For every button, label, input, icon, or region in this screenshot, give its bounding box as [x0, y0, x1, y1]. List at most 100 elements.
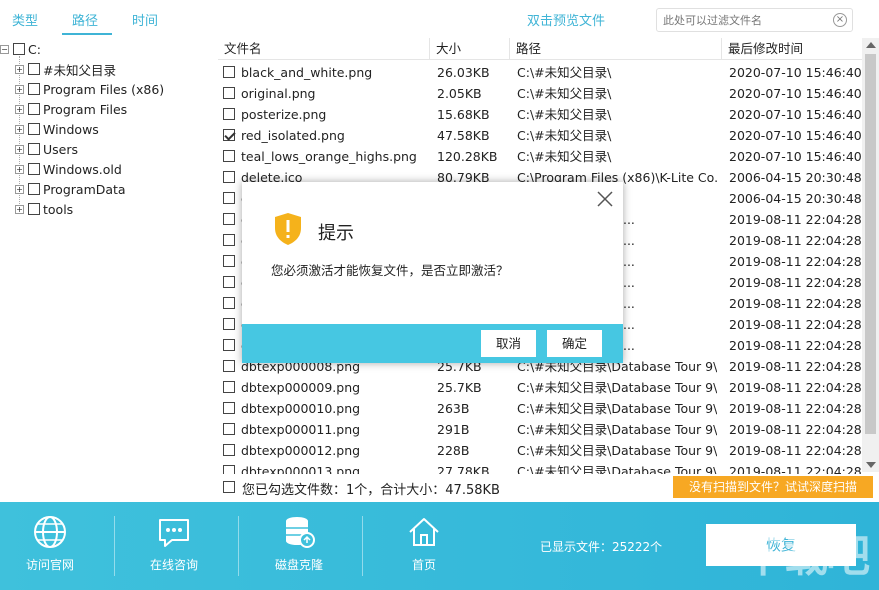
select-all-checkbox[interactable]: [223, 481, 235, 493]
tree-node[interactable]: + tools: [15, 200, 73, 218]
row-checkbox[interactable]: [223, 297, 235, 309]
expand-icon[interactable]: +: [15, 204, 24, 214]
ok-button[interactable]: 确定: [547, 330, 602, 357]
cell-modified: 2019-08-11 22:04:28: [729, 296, 862, 311]
collapse-icon[interactable]: −: [0, 44, 9, 54]
row-checkbox[interactable]: [223, 381, 235, 393]
tree-checkbox[interactable]: [28, 143, 40, 155]
tree-node[interactable]: + ProgramData: [15, 180, 126, 198]
cell-modified: 2020-07-10 15:46:40: [729, 149, 862, 164]
expand-icon[interactable]: +: [15, 104, 24, 114]
dialog-footer: 取消 确定: [242, 324, 623, 363]
clear-icon[interactable]: ×: [833, 13, 847, 27]
tree-checkbox[interactable]: [28, 203, 40, 215]
tree-label: Users: [43, 141, 79, 157]
row-checkbox[interactable]: [223, 150, 235, 162]
globe-icon: [34, 516, 66, 548]
expand-icon[interactable]: +: [15, 164, 24, 174]
tree-node[interactable]: + Windows: [15, 120, 99, 138]
row-checkbox[interactable]: [223, 276, 235, 288]
scroll-down-icon[interactable]: [866, 462, 876, 468]
cell-modified: 2019-08-11 22:04:28: [729, 317, 862, 332]
tree-checkbox[interactable]: [28, 123, 40, 135]
tree-checkbox[interactable]: [28, 183, 40, 195]
row-checkbox[interactable]: [223, 339, 235, 351]
tree-checkbox[interactable]: [28, 63, 40, 75]
table-row[interactable]: teal_lows_orange_highs.png 120.28KB C:\#未知…: [218, 146, 863, 167]
table-row[interactable]: dbtexp000011.png 291B C:\#未知父目录\Database T…: [218, 419, 863, 440]
disk-clone-icon: [286, 517, 315, 548]
expand-icon[interactable]: +: [15, 64, 24, 74]
row-checkbox[interactable]: [223, 234, 235, 246]
row-checkbox[interactable]: [223, 423, 235, 435]
expand-icon[interactable]: +: [15, 84, 24, 94]
row-checkbox[interactable]: [223, 318, 235, 330]
column-header-name[interactable]: 文件名: [218, 38, 430, 60]
row-checkbox[interactable]: [223, 192, 235, 204]
tree-label: ProgramData: [43, 181, 126, 197]
tree-node[interactable]: + Program Files: [15, 100, 127, 118]
table-row[interactable]: red_isolated.png 47.58KB C:\#未知父目录\ 2020-07…: [218, 125, 863, 146]
table-row[interactable]: dbtexp000010.png 263B C:\#未知父目录\Database T…: [218, 398, 863, 419]
nav-online-chat[interactable]: 在线咨询: [124, 512, 224, 573]
tree-checkbox[interactable]: [28, 83, 40, 95]
active-tab-indicator: [62, 33, 112, 35]
row-checkbox[interactable]: [223, 129, 235, 141]
row-checkbox[interactable]: [223, 255, 235, 267]
row-checkbox[interactable]: [223, 87, 235, 99]
cell-size: 25.7KB: [437, 380, 482, 395]
row-checkbox[interactable]: [223, 66, 235, 78]
tree-label: Program Files: [43, 101, 128, 117]
deep-scan-button[interactable]: 没有扫描到文件？试试深度扫描: [673, 476, 873, 498]
cell-modified: 2020-07-10 15:46:40: [729, 86, 862, 101]
row-checkbox[interactable]: [223, 171, 235, 183]
row-checkbox[interactable]: [223, 213, 235, 225]
tree-label: Program Files (x86): [43, 81, 165, 97]
expand-icon[interactable]: +: [15, 184, 24, 194]
table-row[interactable]: black_and_white.png 26.03KB C:\#未知父目录\ 2020…: [218, 62, 863, 83]
nav-label: 在线咨询: [149, 558, 198, 572]
tree-checkbox[interactable]: [13, 43, 25, 55]
tree-node[interactable]: + Users: [15, 140, 78, 158]
expand-icon[interactable]: +: [15, 144, 24, 154]
scroll-up-icon[interactable]: [866, 42, 876, 48]
row-checkbox[interactable]: [223, 444, 235, 456]
directory-tree: − C: + #未知父目录 + Program Files (x86) + Pr…: [0, 38, 218, 498]
cell-filename: dbtexp000012.png: [241, 443, 361, 458]
column-header-path[interactable]: 路径: [510, 38, 722, 60]
table-row[interactable]: dbtexp000009.png 25.7KB C:\#未知父目录\Database…: [218, 377, 863, 398]
tree-checkbox[interactable]: [28, 163, 40, 175]
scroll-thumb[interactable]: [865, 54, 876, 434]
filter-input[interactable]: [663, 12, 823, 28]
tab-path[interactable]: 路径: [72, 10, 98, 29]
tree-node-root[interactable]: − C:: [0, 40, 41, 58]
cell-modified: 2020-07-10 15:46:40: [729, 128, 862, 143]
tree-node[interactable]: + Program Files (x86): [15, 80, 164, 98]
nav-official-site[interactable]: 访问官网: [0, 512, 100, 573]
table-row[interactable]: original.png 2.05KB C:\#未知父目录\ 2020-07-10 1…: [218, 83, 863, 104]
table-row[interactable]: posterize.png 15.68KB C:\#未知父目录\ 2020-07-10…: [218, 104, 863, 125]
row-checkbox[interactable]: [223, 402, 235, 414]
cell-filename: red_isolated.png: [241, 128, 345, 143]
table-row[interactable]: dbtexp000012.png 228B C:\#未知父目录\Database T…: [218, 440, 863, 461]
tab-time[interactable]: 时间: [132, 10, 158, 29]
tree-checkbox[interactable]: [28, 103, 40, 115]
row-checkbox[interactable]: [223, 360, 235, 372]
cancel-button[interactable]: 取消: [481, 330, 536, 357]
column-header-modified[interactable]: 最后修改时间: [722, 38, 863, 60]
cell-path: C:\#未知父目录\: [517, 128, 612, 143]
cell-filename: posterize.png: [241, 107, 327, 122]
cell-filename: dbtexp000010.png: [241, 401, 361, 416]
tab-type[interactable]: 类型: [12, 10, 38, 29]
nav-disk-clone[interactable]: 磁盘克隆: [249, 512, 349, 573]
row-checkbox[interactable]: [223, 108, 235, 120]
nav-home[interactable]: 首页: [374, 512, 474, 573]
expand-icon[interactable]: +: [15, 124, 24, 134]
tree-node[interactable]: + Windows.old: [15, 160, 122, 178]
column-header-size[interactable]: 大小: [430, 38, 510, 60]
filter-box[interactable]: ×: [656, 8, 853, 32]
cell-modified: 2006-04-15 20:30:48: [729, 170, 862, 185]
close-icon[interactable]: [596, 190, 614, 208]
tree-node[interactable]: + #未知父目录: [15, 60, 116, 78]
vertical-scrollbar[interactable]: [862, 38, 879, 472]
